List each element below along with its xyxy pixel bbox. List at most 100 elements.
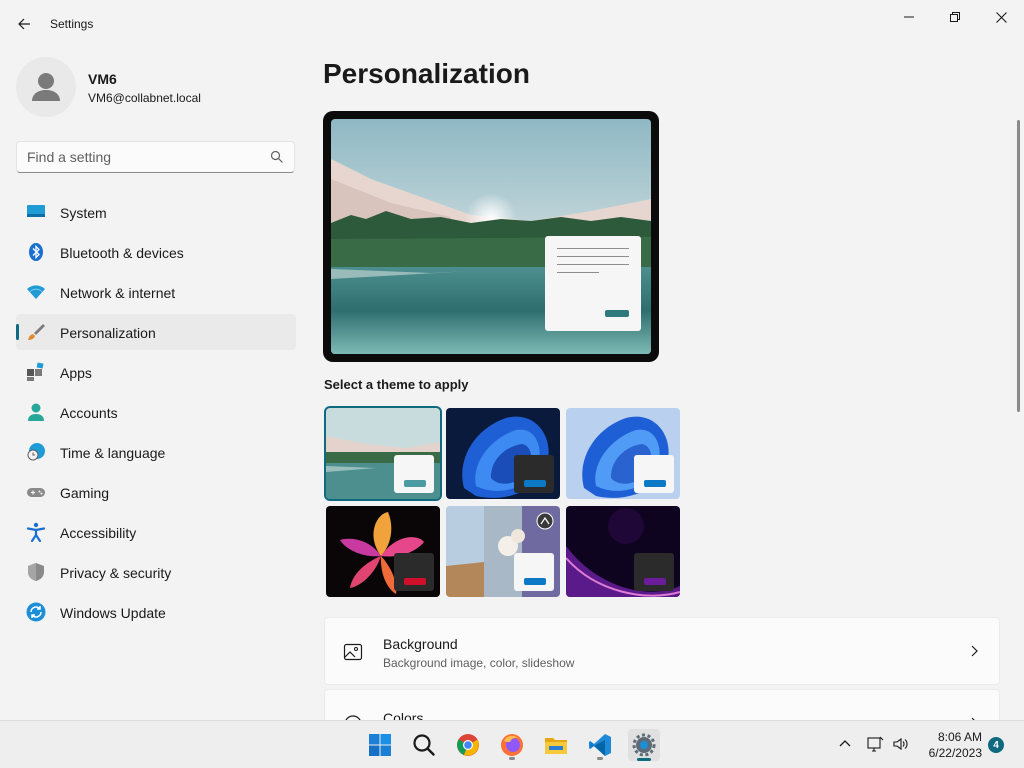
- background-setting-card[interactable]: Background Background image, color, slid…: [324, 617, 1000, 685]
- person-icon: [32, 73, 60, 101]
- taskbar-settings[interactable]: [628, 729, 660, 761]
- page-title: Personalization: [323, 58, 530, 89]
- chrome-icon: [457, 734, 479, 756]
- chevron-right-icon: [971, 645, 978, 657]
- theme-preview: [323, 111, 659, 362]
- theme-grid: [324, 406, 684, 598]
- show-hidden-icons-button[interactable]: [836, 735, 854, 753]
- profile-name: VM6: [88, 71, 117, 87]
- brush-icon: [28, 324, 45, 340]
- sidebar-item-privacy-security[interactable]: Privacy & security: [16, 554, 296, 590]
- preview-wallpaper: [331, 119, 651, 354]
- sidebar-item-system[interactable]: System: [16, 194, 296, 230]
- accessibility-icon: [26, 522, 46, 542]
- sidebar-item-label: Accessibility: [60, 525, 137, 541]
- profile-email: VM6@collabnet.local: [88, 91, 201, 105]
- sidebar-item-label: Accounts: [60, 405, 118, 421]
- speaker-icon: [893, 737, 908, 751]
- theme-mini-window: [634, 455, 674, 493]
- sidebar-item-label: Time & language: [60, 445, 166, 461]
- theme-mini-window: [514, 455, 554, 493]
- gear-icon: [632, 733, 656, 757]
- vscode-icon: [589, 734, 611, 756]
- taskbar-search-button[interactable]: [408, 729, 440, 761]
- apps-icon: [27, 362, 44, 381]
- network-icon: [27, 285, 45, 299]
- sidebar-item-label: Bluetooth & devices: [60, 245, 184, 261]
- preview-window: [545, 236, 641, 331]
- sidebar-item-time-language[interactable]: Time & language: [16, 434, 296, 470]
- sidebar-item-gaming[interactable]: Gaming: [16, 474, 296, 510]
- sidebar-item-label: System: [60, 205, 107, 221]
- taskbar: 8:06 AM 6/22/2023 4: [0, 720, 1024, 768]
- back-button[interactable]: [10, 10, 38, 38]
- taskbar-vscode[interactable]: [584, 729, 616, 761]
- folder-icon: [545, 738, 567, 754]
- clock-time: 8:06 AM: [937, 730, 982, 744]
- spotlight-icon[interactable]: [536, 512, 554, 530]
- taskbar-file-explorer[interactable]: [540, 729, 572, 761]
- sidebar-item-label: Personalization: [60, 325, 156, 341]
- minimize-button[interactable]: [886, 4, 932, 30]
- restore-icon: [950, 12, 960, 22]
- sidebar-item-network[interactable]: Network & internet: [16, 274, 296, 310]
- back-arrow-icon: [18, 18, 30, 30]
- sidebar-item-apps[interactable]: Apps: [16, 354, 296, 390]
- system-icon: [27, 205, 45, 217]
- title-bar: Settings: [0, 0, 1024, 48]
- image-icon: [343, 643, 363, 661]
- sidebar-item-label: Network & internet: [60, 285, 176, 301]
- sidebar-item-label: Apps: [60, 365, 92, 381]
- sidebar-item-label: Privacy & security: [60, 565, 172, 581]
- theme-mini-window: [394, 553, 434, 591]
- preview-accent-button: [605, 310, 629, 317]
- sidebar-item-accessibility[interactable]: Accessibility: [16, 514, 296, 550]
- start-button[interactable]: [364, 729, 396, 761]
- search-input[interactable]: [27, 148, 262, 166]
- notification-badge[interactable]: 4: [988, 737, 1004, 753]
- network-tray-button[interactable]: [866, 735, 884, 753]
- theme-lake[interactable]: [324, 406, 442, 501]
- minimize-icon: [904, 16, 914, 18]
- shield-icon: [28, 563, 44, 581]
- theme-flower[interactable]: [326, 506, 440, 597]
- scrollbar[interactable]: [1017, 120, 1020, 412]
- windows-update-icon: [26, 602, 46, 622]
- taskbar-firefox[interactable]: [496, 729, 528, 761]
- sidebar-item-personalization[interactable]: Personalization: [16, 314, 296, 350]
- sidebar-item-label: Windows Update: [60, 605, 166, 621]
- card-title: Background: [383, 636, 458, 652]
- clock[interactable]: 8:06 AM 6/22/2023: [920, 729, 982, 761]
- taskbar-chrome[interactable]: [452, 729, 484, 761]
- network-wired-icon: [867, 736, 884, 752]
- sidebar-item-bluetooth[interactable]: Bluetooth & devices: [16, 234, 296, 270]
- card-subtitle: Background image, color, slideshow: [383, 656, 575, 670]
- bluetooth-icon: [29, 243, 43, 261]
- clock-date: 6/22/2023: [928, 746, 982, 760]
- accounts-icon: [28, 403, 44, 421]
- volume-tray-button[interactable]: [892, 735, 910, 753]
- search-icon: [270, 150, 283, 163]
- sidebar-item-windows-update[interactable]: Windows Update: [16, 594, 296, 630]
- close-icon: [995, 11, 1007, 23]
- chevron-up-icon: [839, 740, 851, 747]
- themes-label: Select a theme to apply: [324, 377, 469, 392]
- theme-mini-window: [394, 455, 434, 493]
- close-button[interactable]: [978, 4, 1024, 30]
- theme-bloom-light[interactable]: [566, 408, 680, 499]
- theme-mini-window: [634, 553, 674, 591]
- theme-glow[interactable]: [566, 506, 680, 597]
- firefox-icon: [501, 734, 523, 756]
- search-icon: [413, 734, 435, 756]
- sidebar-nav: System Bluetooth & devices Network & int…: [16, 194, 296, 634]
- windows-logo-icon: [369, 734, 391, 756]
- globe-clock-icon: [27, 443, 45, 461]
- avatar[interactable]: [16, 57, 76, 117]
- sidebar-item-accounts[interactable]: Accounts: [16, 394, 296, 430]
- theme-mini-window: [514, 553, 554, 591]
- search-box[interactable]: [16, 141, 295, 173]
- theme-bloom-dark[interactable]: [446, 408, 560, 499]
- restore-button[interactable]: [932, 4, 978, 30]
- app-title: Settings: [50, 17, 94, 31]
- theme-spotlight[interactable]: [446, 506, 560, 597]
